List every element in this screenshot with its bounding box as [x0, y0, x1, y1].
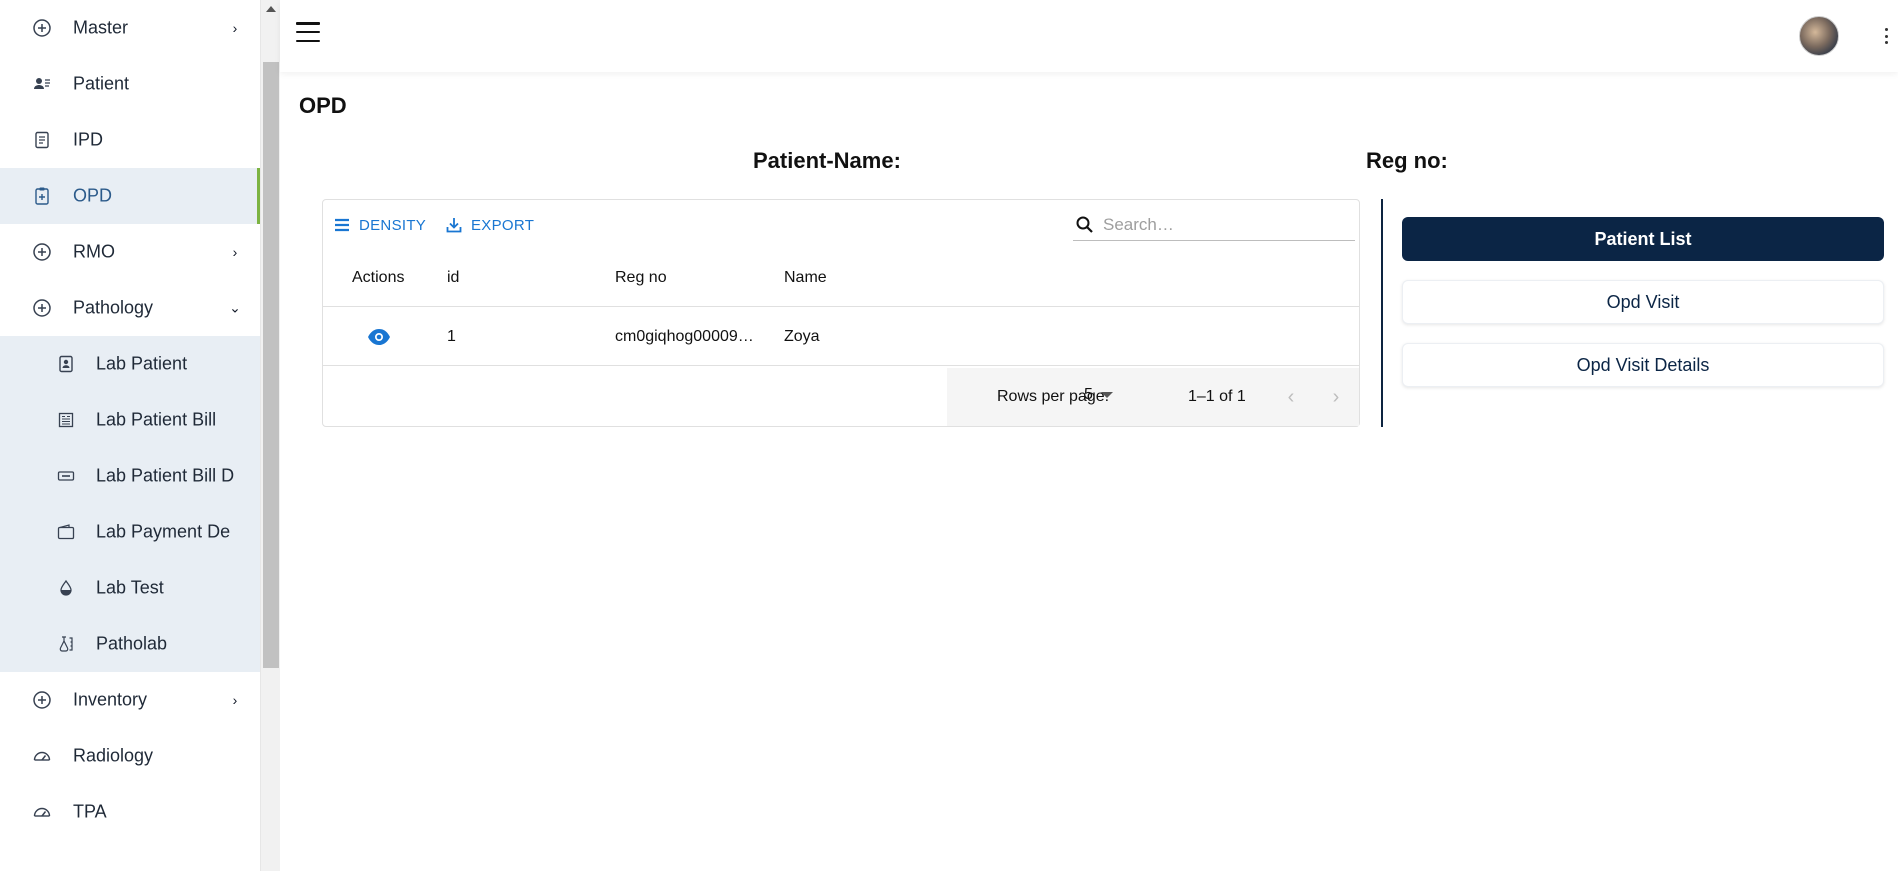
sidebar-item-label: Pathology	[73, 297, 154, 318]
sidebar-item-label: IPD	[73, 129, 104, 150]
column-header-reg-no[interactable]: Reg no	[615, 269, 667, 287]
opd-visit-button[interactable]: Opd Visit	[1402, 280, 1884, 324]
rows-per-page-value: 5	[1084, 386, 1093, 403]
plus-circle-icon	[30, 296, 54, 320]
id-badge-icon	[54, 352, 78, 376]
patient-list-button[interactable]: Patient List	[1402, 217, 1884, 261]
sidebar: Master › Patient IPD OPD RMO › Pathology…	[0, 0, 260, 871]
sidebar-item-patient[interactable]: Patient	[0, 56, 260, 112]
chevron-right-icon: ›	[232, 244, 238, 260]
plus-circle-icon	[30, 688, 54, 712]
sidebar-item-opd[interactable]: OPD	[0, 168, 260, 224]
clipboard-plus-icon	[30, 184, 54, 208]
grid-search	[1073, 210, 1355, 241]
caret-down-icon	[1100, 392, 1113, 398]
grid-pagination: Rows per page: 5 1–1 of 1 ‹ ›	[947, 368, 1359, 426]
sidebar-item-tpa[interactable]: TPA	[0, 784, 260, 840]
patient-name-label: Patient-Name:	[753, 148, 901, 173]
pagination-range: 1–1 of 1	[1188, 388, 1246, 405]
eye-icon[interactable]	[367, 327, 391, 347]
opd-visit-details-button[interactable]: Opd Visit Details	[1402, 343, 1884, 387]
sidebar-item-lab-patient-bill-d[interactable]: Lab Patient Bill D	[0, 448, 260, 504]
gauge-icon	[30, 744, 54, 768]
sidebar-item-ipd[interactable]: IPD	[0, 112, 260, 168]
density-label: DENSITY	[359, 216, 427, 234]
sidebar-item-lab-test[interactable]: Lab Test	[0, 560, 260, 616]
rows-per-page-select[interactable]: 5	[1084, 386, 1113, 404]
receipt-icon	[54, 408, 78, 432]
hamburger-icon[interactable]	[296, 22, 320, 42]
sidebar-item-label: Lab Test	[96, 577, 164, 598]
sidebar-item-label: TPA	[73, 801, 107, 822]
gauge-icon	[30, 800, 54, 824]
sidebar-item-pathology[interactable]: Pathology ⌄	[0, 280, 260, 336]
cell-id: 1	[447, 328, 456, 345]
sidebar-item-label: Patholab	[96, 633, 168, 654]
sidebar-item-inventory[interactable]: Inventory ›	[0, 672, 260, 728]
sidebar-item-lab-patient[interactable]: Lab Patient	[0, 336, 260, 392]
wallet-icon	[54, 520, 78, 544]
sidebar-item-radiology[interactable]: Radiology	[0, 728, 260, 784]
sidebar-item-rmo[interactable]: RMO ›	[0, 224, 260, 280]
user-avatar[interactable]	[1799, 16, 1839, 56]
search-input[interactable]	[1103, 215, 1343, 235]
export-label: EXPORT	[471, 216, 535, 234]
plus-circle-icon	[30, 240, 54, 264]
sidebar-item-label: Inventory	[73, 689, 148, 710]
top-app-bar	[280, 0, 1898, 72]
cell-name: Zoya	[784, 328, 820, 345]
sidebar-item-master[interactable]: Master ›	[0, 0, 260, 56]
page-title: OPD	[299, 93, 347, 118]
export-button[interactable]: EXPORT	[445, 216, 534, 234]
density-button[interactable]: DENSITY	[333, 216, 426, 234]
sidebar-item-label: Lab Patient	[96, 353, 188, 374]
reg-no-label: Reg no:	[1366, 148, 1448, 173]
kebab-icon[interactable]	[1883, 28, 1889, 44]
sidebar-item-label: Radiology	[73, 745, 154, 766]
sidebar-scrollbar[interactable]	[260, 0, 280, 871]
search-icon	[1076, 216, 1093, 233]
pathology-submenu: Lab Patient Lab Patient Bill Lab Patient…	[0, 336, 260, 672]
chevron-right-icon: ›	[232, 20, 238, 36]
sidebar-item-label: Patient	[73, 73, 130, 94]
sidebar-item-label: OPD	[73, 185, 113, 206]
column-header-name[interactable]: Name	[784, 269, 827, 287]
chevron-down-icon: ⌄	[229, 299, 241, 316]
grid-header-row: Actions id Reg no Name	[323, 250, 1359, 307]
sidebar-item-lab-payment-de[interactable]: Lab Payment De	[0, 504, 260, 560]
sidebar-item-label: Master	[73, 17, 129, 38]
next-page-button[interactable]: ›	[1325, 386, 1347, 408]
vertical-divider	[1381, 199, 1383, 427]
drop-icon	[54, 576, 78, 600]
scroll-up-arrow-icon[interactable]	[266, 6, 276, 12]
opd-data-grid: DENSITY EXPORT Actions id Reg no Name 1 …	[322, 199, 1360, 427]
cell-reg-no: cm0giqhog00009…	[615, 328, 754, 345]
column-header-id[interactable]: id	[447, 269, 459, 287]
column-header-actions[interactable]: Actions	[352, 269, 404, 287]
patient-card-icon	[30, 72, 54, 96]
sidebar-item-lab-patient-bill[interactable]: Lab Patient Bill	[0, 392, 260, 448]
scroll-thumb[interactable]	[263, 62, 279, 668]
ticket-icon	[54, 464, 78, 488]
chevron-right-icon: ›	[232, 692, 238, 708]
flask-icon	[54, 632, 78, 656]
main-content: OPD Patient-Name: Reg no: DENSITY EXPORT…	[280, 0, 1898, 871]
density-icon	[335, 218, 349, 232]
sidebar-item-label: Lab Payment De	[96, 521, 231, 542]
sidebar-item-label: RMO	[73, 241, 115, 262]
table-row[interactable]: 1 cm0giqhog00009… Zoya	[323, 308, 1359, 366]
plus-circle-icon	[30, 16, 54, 40]
sidebar-item-label: Lab Patient Bill	[96, 409, 217, 430]
sidebar-item-label: Lab Patient Bill D	[96, 465, 235, 486]
prev-page-button[interactable]: ‹	[1280, 386, 1302, 408]
download-icon	[446, 218, 462, 233]
document-icon	[30, 128, 54, 152]
sidebar-item-patholab[interactable]: Patholab	[0, 616, 260, 672]
